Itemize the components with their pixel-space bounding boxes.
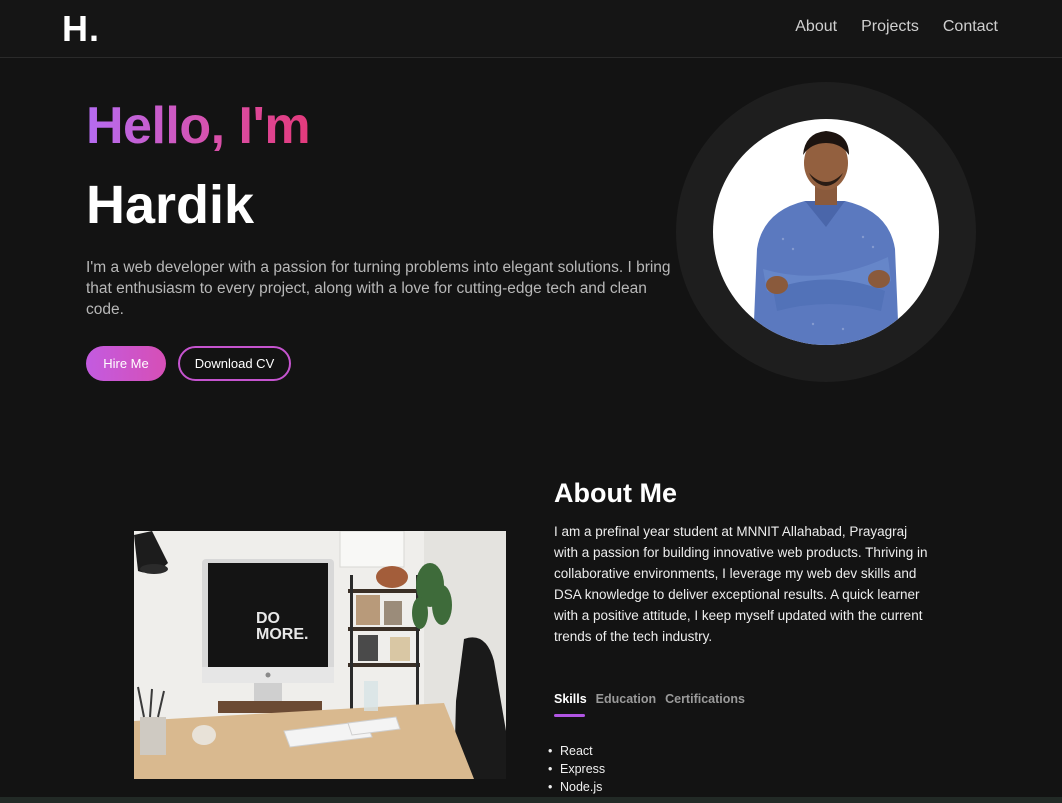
tab-certifications[interactable]: Certifications [665, 692, 745, 706]
monitor-text-line2: MORE. [256, 626, 308, 643]
about-title: About Me [554, 478, 677, 508]
hero-name: Hardik [86, 175, 255, 235]
nav-links: About Projects Contact [795, 18, 998, 36]
nav-link-projects[interactable]: Projects [861, 18, 919, 36]
list-item: Express [548, 760, 605, 778]
active-tab-indicator [554, 714, 585, 717]
hire-me-button[interactable]: Hire Me [86, 346, 166, 381]
list-item: React [548, 742, 605, 760]
list-item: Node.js [548, 778, 605, 796]
page-bottom-edge [0, 797, 1062, 803]
skills-list: React Express Node.js [548, 742, 605, 796]
tab-skills[interactable]: Skills [554, 692, 587, 706]
monitor-text-line1: DO [256, 610, 280, 627]
download-cv-button[interactable]: Download CV [178, 346, 291, 381]
nav-link-about[interactable]: About [795, 18, 837, 36]
workspace-photo: DO MORE. [134, 531, 506, 779]
nav-link-contact[interactable]: Contact [943, 18, 998, 36]
logo[interactable]: H. [62, 8, 100, 50]
tab-education[interactable]: Education [596, 692, 656, 706]
about-text: I am a prefinal year student at MNNIT Al… [554, 524, 928, 644]
hero-greeting: Hello, I'm [86, 97, 311, 155]
navbar: H. About Projects Contact [0, 0, 1062, 58]
about-tabs: Skills Education Certifications [554, 692, 745, 706]
hero-intro: I'm a web developer with a passion for t… [86, 259, 671, 318]
profile-photo [713, 119, 939, 345]
